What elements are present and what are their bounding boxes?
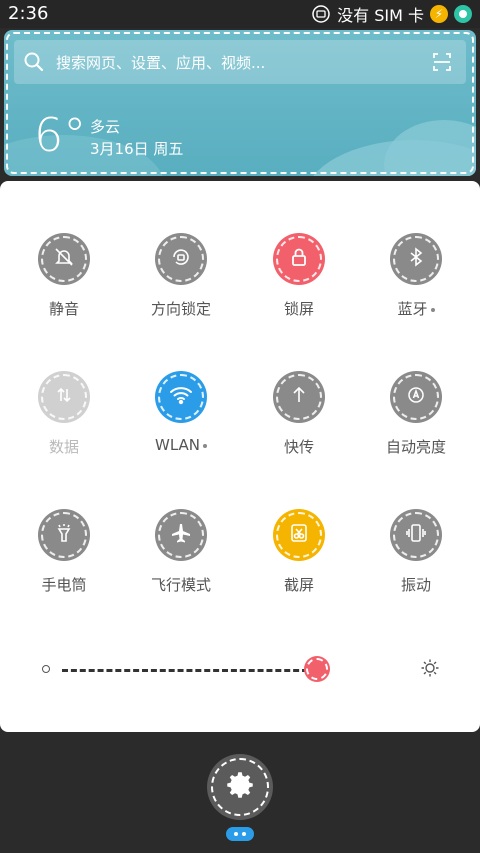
status-icons: 没有 SIM 卡 ⚡ — [311, 2, 472, 26]
settings-button[interactable] — [207, 754, 273, 820]
toggle-bluetooth[interactable]: 蓝牙 — [357, 233, 475, 333]
toggle-circle[interactable] — [273, 371, 325, 423]
toggle-mobile-data[interactable]: 数据 — [5, 371, 123, 471]
brightness-track[interactable] — [62, 669, 308, 672]
wifi-icon — [168, 382, 194, 412]
brightness-thumb[interactable] — [304, 656, 330, 682]
sim-status-text: 没有 SIM 卡 — [337, 6, 424, 25]
temperature: 6° — [34, 108, 87, 162]
airplane-icon — [169, 521, 193, 549]
toggle-circle[interactable] — [155, 233, 207, 285]
brightness-slider[interactable] — [0, 651, 480, 691]
battery-ring-icon — [454, 5, 472, 23]
toggle-quick-transfer[interactable]: 快传 — [240, 371, 358, 471]
weather-date: 3月16日 周五 — [90, 140, 184, 158]
toggle-label: 自动亮度 — [385, 438, 446, 456]
toggle-circle[interactable] — [390, 233, 442, 285]
toggle-label: 静音 — [48, 300, 79, 318]
scan-icon[interactable] — [432, 52, 452, 76]
toggle-circle[interactable] — [273, 509, 325, 561]
toggle-circle[interactable] — [390, 509, 442, 561]
toggle-label: 快传 — [283, 438, 314, 456]
toggle-circle[interactable] — [390, 371, 442, 423]
status-time: 2:36 — [8, 3, 49, 24]
drag-handle[interactable] — [226, 827, 254, 841]
toggle-label: 手电筒 — [41, 576, 87, 594]
toggle-circle[interactable] — [155, 371, 207, 423]
search-bar[interactable]: 搜索网页、设置、应用、视频... — [14, 40, 466, 84]
header-widget: 搜索网页、设置、应用、视频... 6° 多云 3月16日 周五 — [4, 30, 476, 176]
toggle-label: 锁屏 — [283, 300, 314, 318]
toggle-rotation-lock[interactable]: 方向锁定 — [122, 233, 240, 333]
toggle-label: 截屏 — [283, 576, 314, 594]
toggle-lock-screen[interactable]: 锁屏 — [240, 233, 358, 333]
toggle-label: 蓝牙 — [357, 298, 475, 319]
toggle-circle[interactable] — [38, 371, 90, 423]
toggle-label: 数据 — [48, 438, 79, 456]
status-bar: 2:36 没有 SIM 卡 ⚡ — [0, 0, 480, 28]
toggle-circle[interactable] — [38, 233, 90, 285]
vibrate-icon — [404, 521, 428, 549]
toggle-screenshot[interactable]: 截屏 — [240, 509, 358, 609]
lock-icon — [287, 245, 311, 273]
quick-settings-panel: 静音 方向锁定 锁屏 蓝牙 数据 WLAN 快传 自动亮度 手电筒 飞行模式 截… — [0, 181, 480, 732]
brightness-low-icon — [42, 665, 50, 673]
mobile-data-icon — [52, 383, 76, 411]
bluetooth-icon — [404, 245, 428, 273]
gear-icon — [223, 768, 257, 806]
search-icon — [24, 52, 44, 76]
toggle-circle[interactable] — [273, 233, 325, 285]
android-debug-icon — [311, 4, 331, 24]
bell-mute-icon — [52, 245, 76, 273]
toggle-label: 振动 — [400, 576, 431, 594]
toggle-mute[interactable]: 静音 — [5, 233, 123, 333]
toggle-wlan[interactable]: WLAN — [122, 371, 240, 471]
upload-arrow-icon — [287, 383, 311, 411]
auto-brightness-icon — [404, 383, 428, 411]
toggle-label: WLAN — [122, 436, 240, 454]
dot-indicator — [430, 307, 435, 312]
cloud-decoration — [384, 120, 476, 176]
brightness-high-icon — [420, 658, 440, 682]
toggle-airplane-mode[interactable]: 飞行模式 — [122, 509, 240, 609]
dot-indicator — [203, 443, 207, 448]
rotation-lock-icon — [169, 245, 193, 273]
flashlight-icon — [52, 521, 76, 549]
toggle-circle[interactable] — [155, 509, 207, 561]
toggle-label: 飞行模式 — [150, 576, 211, 594]
weather-condition: 多云 — [90, 118, 121, 136]
toggle-auto-brightness[interactable]: 自动亮度 — [357, 371, 475, 471]
charging-icon: ⚡ — [430, 5, 448, 23]
screenshot-icon — [287, 521, 311, 549]
toggle-vibrate[interactable]: 振动 — [357, 509, 475, 609]
toggle-flashlight[interactable]: 手电筒 — [5, 509, 123, 609]
search-input[interactable]: 搜索网页、设置、应用、视频... — [56, 52, 265, 73]
toggle-circle[interactable] — [38, 509, 90, 561]
toggle-label: 方向锁定 — [150, 300, 211, 318]
